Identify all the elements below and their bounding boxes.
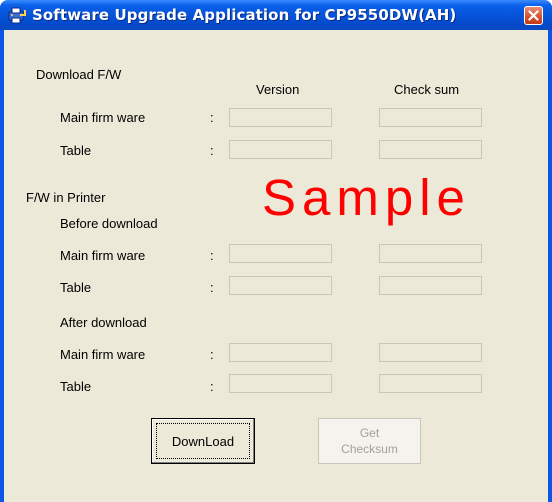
- colon-separator: :: [210, 110, 214, 125]
- after-main-firmware-label: Main firm ware: [60, 347, 146, 362]
- before-main-version-input[interactable]: [230, 245, 331, 262]
- colon-separator: :: [210, 280, 214, 295]
- download-button-label: DownLoad: [171, 434, 235, 449]
- after-table-label: Table: [60, 379, 92, 394]
- title-bar[interactable]: Software Upgrade Application for CP9550D…: [0, 0, 552, 30]
- before-table-version-field[interactable]: [229, 276, 332, 295]
- checksum-column-header: Check sum: [394, 82, 460, 97]
- colon-separator: :: [210, 143, 214, 158]
- download-main-firmware-label: Main firm ware: [60, 110, 146, 125]
- fw-in-printer-heading: F/W in Printer: [26, 190, 106, 205]
- download-fw-heading: Download F/W: [36, 67, 122, 82]
- before-main-version-field[interactable]: [229, 244, 332, 263]
- download-main-checksum-input[interactable]: [380, 109, 481, 126]
- after-main-version-field[interactable]: [229, 343, 332, 362]
- get-checksum-label-line1: Get: [359, 426, 380, 440]
- download-main-version-input[interactable]: [230, 109, 331, 126]
- after-table-version-input[interactable]: [230, 375, 331, 392]
- after-table-checksum-field[interactable]: [379, 374, 482, 393]
- download-main-version-field[interactable]: [229, 108, 332, 127]
- after-main-checksum-input[interactable]: [380, 344, 481, 361]
- close-button[interactable]: [524, 6, 543, 25]
- window-title: Software Upgrade Application for CP9550D…: [32, 6, 457, 24]
- after-table-version-field[interactable]: [229, 374, 332, 393]
- download-table-version-input[interactable]: [230, 141, 331, 158]
- download-table-checksum-field[interactable]: [379, 140, 482, 159]
- download-table-version-field[interactable]: [229, 140, 332, 159]
- before-main-firmware-label: Main firm ware: [60, 248, 146, 263]
- printer-app-icon: [8, 6, 26, 24]
- version-column-header: Version: [256, 82, 300, 97]
- download-table-label: Table: [60, 143, 92, 158]
- before-table-checksum-input[interactable]: [380, 277, 481, 294]
- before-main-checksum-input[interactable]: [380, 245, 481, 262]
- close-icon: [528, 10, 539, 21]
- after-table-checksum-input[interactable]: [380, 375, 481, 392]
- get-checksum-button[interactable]: Get Checksum: [318, 418, 421, 464]
- after-main-checksum-field[interactable]: [379, 343, 482, 362]
- get-checksum-button-label: Get Checksum: [319, 425, 420, 457]
- after-download-heading: After download: [60, 315, 147, 330]
- colon-separator: :: [210, 379, 214, 394]
- download-table-checksum-input[interactable]: [380, 141, 481, 158]
- before-table-label: Table: [60, 280, 92, 295]
- before-download-heading: Before download: [60, 216, 158, 231]
- sample-watermark: Sample: [262, 169, 471, 226]
- app-window: Software Upgrade Application for CP9550D…: [0, 0, 552, 502]
- colon-separator: :: [210, 347, 214, 362]
- colon-separator: :: [210, 248, 214, 263]
- dialog-client-area: Download F/W Version Check sum Main firm…: [4, 30, 548, 502]
- before-main-checksum-field[interactable]: [379, 244, 482, 263]
- before-table-version-input[interactable]: [230, 277, 331, 294]
- before-table-checksum-field[interactable]: [379, 276, 482, 295]
- download-main-checksum-field[interactable]: [379, 108, 482, 127]
- download-button[interactable]: DownLoad: [151, 418, 255, 464]
- after-main-version-input[interactable]: [230, 344, 331, 361]
- get-checksum-label-line2: Checksum: [341, 442, 398, 456]
